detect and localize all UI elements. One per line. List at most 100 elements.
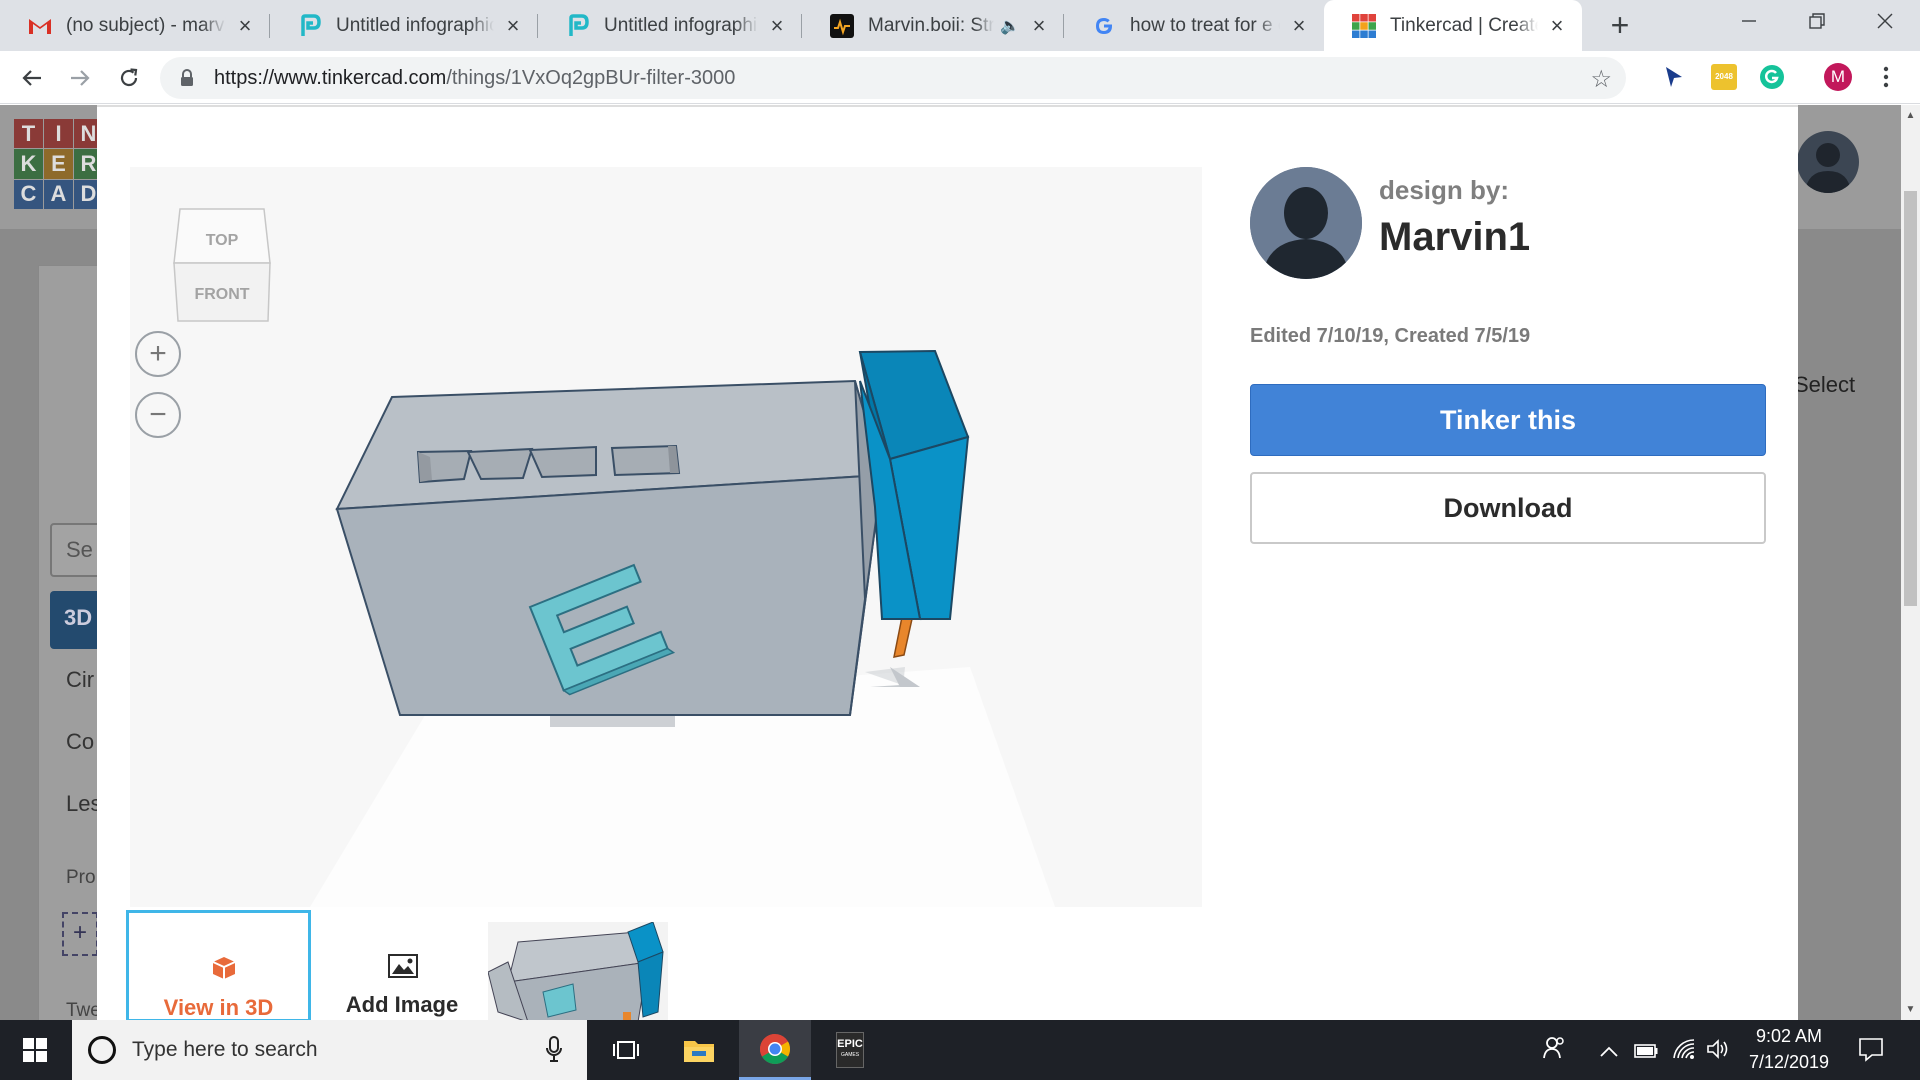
- design-dates: Edited 7/10/19, Created 7/5/19: [1250, 325, 1531, 347]
- gmail-icon: [28, 14, 52, 38]
- background-menu-item: Cir: [66, 667, 95, 692]
- tab-streamlabs[interactable]: Marvin.boii: Strea 🔈 ×: [802, 0, 1064, 51]
- google-icon: [1092, 14, 1116, 38]
- tab-infographic-2[interactable]: Untitled infographic ×: [538, 0, 802, 51]
- page-viewport: T I N K E R C A D Se 3D Cir Co Les Pro +…: [0, 105, 1901, 1020]
- tab-tinkercad[interactable]: Tinkercad | Create 3D ×: [1324, 0, 1582, 51]
- design-modal: E TOP FRONT + −: [97, 105, 1798, 1020]
- scroll-thumb[interactable]: [1904, 191, 1917, 606]
- close-tab-icon[interactable]: ×: [766, 14, 788, 37]
- 3d-viewer[interactable]: E TOP FRONT + −: [130, 167, 1202, 907]
- add-image-label: Add Image: [345, 992, 459, 1017]
- start-button[interactable]: [0, 1020, 70, 1080]
- tab-title: Marvin.boii: Strea: [868, 14, 995, 36]
- download-button[interactable]: Download: [1250, 472, 1766, 544]
- task-view-button[interactable]: [590, 1020, 662, 1080]
- url-text[interactable]: https://www.tinkercad.com/things/1VxOq2g…: [214, 67, 735, 90]
- file-explorer-button[interactable]: [663, 1020, 735, 1080]
- close-window-button[interactable]: [1851, 0, 1919, 42]
- battery-icon[interactable]: [1634, 1041, 1658, 1064]
- designer-avatar[interactable]: [1250, 167, 1362, 279]
- restore-button[interactable]: [1783, 0, 1851, 42]
- close-tab-icon[interactable]: ×: [1546, 14, 1568, 37]
- speaker-icon[interactable]: 🔈: [1000, 16, 1020, 36]
- scroll-up-arrow[interactable]: ▲: [1901, 107, 1920, 124]
- page-scrollbar[interactable]: ▲ ▼: [1901, 105, 1920, 1020]
- windows-taskbar: Type here to search EPIC GAMES 9:02 AM 7…: [0, 1020, 1920, 1080]
- piktochart-icon: [566, 13, 590, 38]
- wifi-icon[interactable]: [1672, 1038, 1696, 1066]
- view-in-3d-label: View in 3D: [163, 995, 274, 1020]
- new-tab-button[interactable]: +: [1604, 9, 1636, 42]
- tab-gmail[interactable]: (no subject) - marvin ×: [0, 0, 270, 51]
- chrome-icon: [759, 1033, 791, 1064]
- microphone-icon[interactable]: [546, 1036, 562, 1067]
- cortana-icon: [88, 1036, 116, 1064]
- tab-title: how to treat for e coli: [1130, 14, 1280, 36]
- view-in-3d-tab[interactable]: View in 3D: [126, 910, 311, 1020]
- folder-icon: [684, 1041, 714, 1062]
- bookmark-star-icon[interactable]: ☆: [1590, 65, 1612, 94]
- close-tab-icon[interactable]: ×: [502, 14, 524, 37]
- epic-games-icon: EPIC GAMES: [836, 1032, 864, 1068]
- minimize-button[interactable]: [1715, 0, 1783, 42]
- chrome-menu-icon[interactable]: [1871, 62, 1901, 92]
- profile-avatar[interactable]: M: [1823, 62, 1853, 92]
- forward-button[interactable]: [64, 62, 96, 94]
- background-menu-item: Co: [66, 729, 95, 754]
- reload-button[interactable]: [113, 62, 145, 94]
- tinkercad-icon: [1352, 13, 1376, 38]
- epic-games-button[interactable]: EPIC GAMES: [814, 1020, 886, 1080]
- view-cube-top-label: TOP: [206, 232, 239, 249]
- image-icon: [388, 954, 418, 983]
- close-tab-icon[interactable]: ×: [1028, 14, 1050, 37]
- cursor-extension-icon[interactable]: [1659, 62, 1689, 92]
- piktochart-icon: [298, 13, 322, 38]
- zoom-in-button[interactable]: +: [135, 331, 181, 377]
- clock-time[interactable]: 9:02 AM: [1745, 1026, 1833, 1047]
- 2048-extension-icon[interactable]: 2048: [1709, 62, 1739, 92]
- chrome-taskbar-button[interactable]: [739, 1020, 811, 1080]
- notifications-icon[interactable]: [1858, 1036, 1884, 1068]
- chevron-up-icon[interactable]: [1600, 1040, 1618, 1063]
- taskbar-search-box[interactable]: Type here to search: [72, 1020, 587, 1080]
- people-icon[interactable]: [1543, 1036, 1565, 1066]
- tab-title: Tinkercad | Create 3D: [1390, 14, 1538, 36]
- tab-strip: (no subject) - marvin × Untitled infogra…: [0, 0, 1920, 51]
- view-cube[interactable]: TOP FRONT: [172, 203, 272, 328]
- 3d-model-render[interactable]: E: [130, 167, 1202, 907]
- background-section-label: Pro: [66, 867, 96, 888]
- tinker-this-button[interactable]: Tinker this: [1250, 384, 1766, 456]
- user-avatar[interactable]: [1797, 131, 1859, 193]
- close-tab-icon[interactable]: ×: [1288, 14, 1310, 37]
- scroll-down-arrow[interactable]: ▼: [1901, 1001, 1920, 1018]
- url-path: /things/1VxOq2gpBUr-filter-3000: [446, 67, 736, 89]
- clock-date[interactable]: 7/12/2019: [1741, 1052, 1837, 1073]
- back-button[interactable]: [16, 62, 48, 94]
- zoom-out-button[interactable]: −: [135, 392, 181, 438]
- tinkercad-logo: T I N K E R C A D: [14, 119, 104, 209]
- tab-title: (no subject) - marvin: [66, 14, 226, 36]
- tab-title: Untitled infographic: [336, 14, 494, 36]
- windows-icon: [23, 1038, 47, 1062]
- background-footer-label: Twe: [66, 1000, 101, 1020]
- grammarly-icon[interactable]: [1757, 62, 1787, 92]
- view-cube-front-label: FRONT: [194, 286, 249, 303]
- add-image-tab[interactable]: Add Image: [316, 910, 488, 1020]
- close-tab-icon[interactable]: ×: [234, 14, 256, 37]
- address-bar[interactable]: https://www.tinkercad.com/things/1VxOq2g…: [160, 57, 1626, 99]
- background-select-label: Select: [1794, 372, 1856, 397]
- cube-icon: [211, 955, 237, 986]
- design-by-label: design by:: [1379, 175, 1510, 205]
- tab-infographic-1[interactable]: Untitled infographic ×: [270, 0, 538, 51]
- url-host: https://www.tinkercad.com: [214, 67, 447, 89]
- taskbar-search-placeholder: Type here to search: [132, 1038, 318, 1061]
- model-thumbnail[interactable]: [488, 922, 668, 1020]
- task-view-icon: [613, 1041, 639, 1059]
- background-add-button: +: [62, 912, 98, 956]
- volume-icon[interactable]: [1706, 1038, 1730, 1066]
- designer-name[interactable]: Marvin1: [1379, 215, 1530, 260]
- lock-icon[interactable]: [180, 69, 194, 92]
- tab-title: Untitled infographic: [604, 14, 758, 36]
- tab-google[interactable]: how to treat for e coli ×: [1064, 0, 1324, 51]
